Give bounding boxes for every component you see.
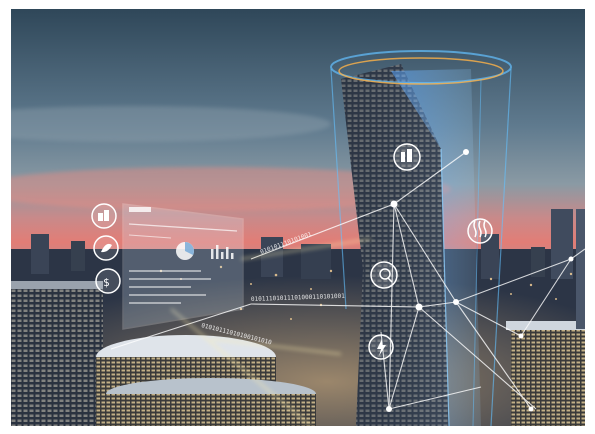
smart-city-illustration: 01010111010100101010 0101110101110100011… [11, 9, 585, 426]
network-node [463, 149, 469, 155]
building-icon [91, 203, 117, 229]
heating-icon [467, 218, 493, 244]
leaf-recycle-icon [93, 235, 119, 261]
dollar-cycle-icon: $ [95, 268, 121, 294]
dashboard-header-bar [129, 207, 151, 212]
co2-search-icon [370, 261, 398, 289]
network-node [386, 406, 392, 412]
hologram-dashboard [122, 203, 244, 330]
network-node [528, 406, 534, 412]
svg-text:$: $ [103, 276, 110, 289]
left-building [11, 281, 103, 426]
network-node [453, 299, 459, 305]
network-node [518, 333, 524, 339]
network-node [415, 303, 423, 311]
flask-icon [393, 143, 421, 171]
network-node [568, 256, 574, 262]
lightning-icon [368, 334, 394, 360]
network-node [390, 200, 398, 208]
main-tower [341, 64, 481, 426]
